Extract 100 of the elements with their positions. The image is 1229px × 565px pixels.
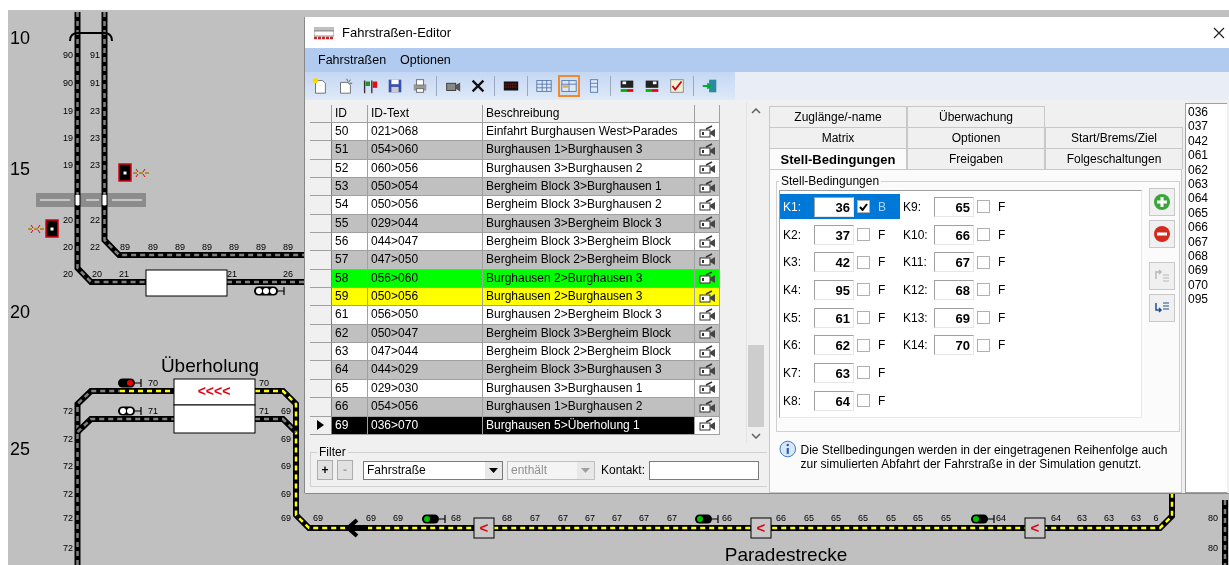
list-item[interactable]: 070 [1188,277,1227,293]
tab[interactable]: Stell-Bedingungen [769,148,907,169]
list-item[interactable]: K3: 42 F [780,249,900,275]
table-row[interactable]: 53 050>054 Bergheim Block 3>Burghausen 1 [310,178,720,197]
track-number: 65 [886,513,896,523]
table-row[interactable]: 51 054>060 Burghausen 1>Burghausen 3 [310,141,720,160]
tab[interactable]: Folgeschaltungen [1045,148,1183,169]
tab[interactable]: Matrix [769,127,907,148]
column-header[interactable]: Beschreibung [483,105,695,123]
number-field[interactable]: 37 [814,224,854,245]
checkbox[interactable] [857,255,870,269]
table-row[interactable]: 57 047>050 Bergheim Block 2>Bergheim Block [310,251,720,270]
checkbox[interactable] [977,338,990,352]
remove-button[interactable] [1149,220,1175,248]
tab[interactable]: Start/Brems/Ziel [1045,127,1183,148]
list-item[interactable]: 061 [1188,148,1227,163]
checkbox[interactable] [857,283,870,297]
list-item[interactable]: K5: 61 F [780,305,900,331]
list-item[interactable]: 069 [1188,263,1227,278]
list-item[interactable]: K13: 69 F [900,305,1020,331]
number-field[interactable]: 61 [814,307,854,328]
checkbox[interactable] [857,394,870,408]
number-field[interactable]: 95 [814,279,854,300]
number-field[interactable]: 64 [814,390,854,411]
number-field[interactable]: 65 [934,196,974,217]
table-row[interactable]: 56 044>047 Bergheim Block 3>Bergheim Block [310,233,720,252]
list-item[interactable]: 068 [1188,249,1227,264]
track-number: 72 [63,461,73,471]
track-number: 65 [913,513,923,523]
table-row[interactable]: 64 044>029 Bergheim Block 3>Burghausen 3 [310,361,720,380]
table-row[interactable]: 61 056>050 Burghausen 2>Bergheim Block 3 [310,306,720,325]
signal-icon [971,514,995,524]
list-item[interactable]: 064 [1188,191,1227,206]
tab[interactable]: Überwachung [907,106,1045,127]
checkbox[interactable] [977,255,990,269]
tab[interactable]: Zuglänge/-name [769,106,907,127]
list-item[interactable]: 063 [1188,177,1227,192]
list-item[interactable]: K1: 36 B [780,194,900,220]
field-dropdown[interactable]: Fahrstraße [363,460,503,480]
add-button[interactable]: + [317,460,333,480]
list-item[interactable]: K4: 95 F [780,277,900,303]
list-item[interactable]: 037 [1188,119,1227,134]
track-number: 69 [281,406,291,416]
number-field[interactable]: 69 [934,307,974,328]
list-item[interactable]: K7: 63 F [780,360,900,386]
number-field[interactable]: 66 [934,224,974,245]
list-item[interactable]: K9: 65 F [900,194,1020,220]
menu-item[interactable]: Optionen [393,53,458,67]
number-field[interactable]: 42 [814,252,854,273]
checkbox[interactable] [857,366,870,380]
number-field[interactable]: 62 [814,335,854,356]
table-row[interactable]: 63 047>044 Bergheim Block 2>Bergheim Block [310,343,720,362]
checkbox[interactable] [977,200,990,214]
move-down-button[interactable] [1149,294,1175,322]
checkbox[interactable] [857,311,870,325]
list-item[interactable]: 065 [1188,205,1227,221]
scrollbar-thumb[interactable] [748,345,764,427]
close-icon[interactable] [1213,26,1225,39]
column-header[interactable]: ID-Text [368,105,483,123]
list-item[interactable]: K14: 70 F [900,332,1020,358]
list-item[interactable]: 095 [1188,292,1227,307]
tab[interactable]: Optionen [907,127,1045,148]
field-label: K6: [783,338,802,353]
tab[interactable]: Freigaben [907,148,1045,169]
checkbox[interactable] [857,338,870,352]
list-item[interactable]: K10: 66 F [900,222,1020,248]
table-row[interactable]: 54 050>056 Bergheim Block 3>Burghausen 2 [310,196,720,215]
number-field[interactable]: 70 [934,335,974,356]
number-field[interactable]: 36 [814,196,854,217]
list-item[interactable]: K6: 62 F [780,332,900,358]
list-item[interactable]: K8: 64 F [780,388,900,414]
number-field[interactable]: 63 [814,362,854,383]
table-row[interactable]: 66 054>056 Burghausen 1>Burghausen 2 [310,398,720,417]
list-item[interactable]: 036 [1188,105,1227,120]
number-field[interactable]: 67 [934,252,974,273]
checkbox[interactable] [977,283,990,297]
list-item[interactable]: 062 [1188,162,1227,178]
column-header[interactable]: ID [332,105,368,123]
track-number: 21 [119,269,129,279]
list-item[interactable]: 042 [1188,133,1227,149]
column-header[interactable] [695,105,720,123]
list-item[interactable]: K12: 68 F [900,277,1020,303]
number-field[interactable]: 68 [934,279,974,300]
contact-field[interactable] [649,460,760,480]
checkbox[interactable] [977,228,990,242]
checkbox[interactable] [857,228,870,242]
list-item[interactable]: 066 [1188,220,1227,235]
table-row[interactable]: 50 021>068 Einfahrt Burghausen West>Parades [310,123,720,142]
list-item[interactable]: K2: 37 F [780,222,900,248]
table-row[interactable]: 59 050>056 Burghausen 2>Burghausen 3 [310,288,720,307]
flag-label: F [878,255,887,270]
checkbox[interactable] [977,311,990,325]
list-item[interactable]: 067 [1188,234,1227,250]
menu-item[interactable]: Fahrstraßen [311,53,394,67]
checkbox[interactable] [857,200,870,214]
add-button[interactable] [1149,188,1175,216]
list-item[interactable]: K11: 67 F [900,249,1020,275]
plus-icon [1153,193,1171,211]
track-number: 64 [1051,513,1061,523]
list-arrow-up-icon [1153,267,1171,285]
